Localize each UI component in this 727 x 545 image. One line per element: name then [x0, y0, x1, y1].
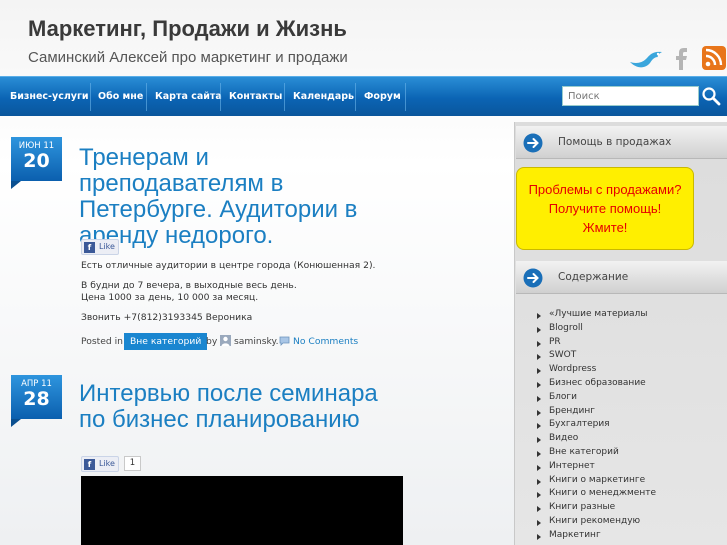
- category-item[interactable]: Вне категорий: [537, 447, 656, 461]
- category-item[interactable]: Бизнес образование: [537, 378, 656, 392]
- category-item[interactable]: Брендинг: [537, 406, 656, 420]
- arrow-right-icon: [523, 133, 543, 153]
- nav-separator: [90, 83, 91, 111]
- facebook-like-button[interactable]: f Like: [81, 239, 119, 255]
- category-item[interactable]: Бухгалтерия: [537, 419, 656, 433]
- user-icon: [220, 335, 231, 346]
- date-badge-fold: [11, 419, 21, 427]
- comment-icon: [279, 336, 290, 346]
- like-count: 1: [124, 456, 141, 471]
- nav-separator: [220, 83, 221, 111]
- category-item[interactable]: Книги рекомендую: [537, 516, 656, 530]
- category-list: «Лучшие материалы Blogroll PR SWOT Wordp…: [537, 309, 656, 544]
- category-item[interactable]: Блоги: [537, 392, 656, 406]
- category-item[interactable]: Маркетинг: [537, 530, 656, 544]
- post-text-line: Есть отличные аудитории в центре города …: [81, 260, 376, 271]
- video-player[interactable]: [81, 476, 403, 545]
- rss-icon[interactable]: [701, 44, 727, 72]
- promo-line: Получите помощь!: [548, 201, 662, 216]
- category-item[interactable]: Видео: [537, 433, 656, 447]
- post-title[interactable]: Тренерам и преподавателям в Петербурге. …: [79, 145, 399, 249]
- post-date-day: 20: [23, 150, 50, 172]
- search-input[interactable]: [562, 86, 699, 106]
- site-title[interactable]: Маркетинг, Продажи и Жизнь: [28, 16, 347, 42]
- post-category-link[interactable]: Вне категорий: [124, 333, 208, 350]
- category-item[interactable]: Книги разные: [537, 502, 656, 516]
- category-item[interactable]: SWOT: [537, 350, 656, 364]
- nav-separator: [405, 83, 406, 111]
- category-item[interactable]: PR: [537, 337, 656, 351]
- like-label: Like: [99, 242, 115, 251]
- site-description: Саминский Алексей про маркетинг и продаж…: [28, 49, 348, 66]
- category-item[interactable]: «Лучшие материалы: [537, 309, 656, 323]
- date-badge-fold: [11, 181, 21, 189]
- post-date-day: 28: [23, 388, 50, 410]
- nav-separator: [146, 83, 147, 111]
- widget-header-sales-help: Помощь в продажах: [516, 126, 727, 159]
- nav-separator: [355, 83, 356, 111]
- promo-line: Жмите!: [582, 220, 628, 235]
- facebook-icon: f: [84, 459, 95, 470]
- posted-in-label: Posted in: [81, 336, 124, 347]
- nav-separator: [284, 83, 285, 111]
- category-item[interactable]: Книги о маркетинге: [537, 475, 656, 489]
- facebook-icon: f: [84, 242, 95, 253]
- twitter-icon[interactable]: [628, 44, 664, 72]
- comments-link[interactable]: No Comments: [293, 336, 358, 347]
- search-icon[interactable]: [700, 85, 722, 107]
- nav-item-forum[interactable]: Форум: [364, 77, 401, 117]
- promo-line: Проблемы с продажами?: [528, 182, 682, 197]
- nav-item-business-services[interactable]: Бизнес-услуги: [10, 77, 89, 117]
- widget-title: Помощь в продажах: [558, 136, 672, 148]
- like-label: Like: [99, 459, 115, 468]
- widget-header-contents: Содержание: [516, 261, 727, 294]
- post-date-badge: ИЮН 11 20: [11, 137, 62, 181]
- category-item[interactable]: Интернет: [537, 461, 656, 475]
- nav-item-about[interactable]: Обо мне: [98, 77, 143, 117]
- category-item[interactable]: Blogroll: [537, 323, 656, 337]
- site-header: Маркетинг, Продажи и Жизнь Саминский Але…: [0, 0, 727, 76]
- arrow-right-icon: [523, 268, 543, 288]
- by-label: by: [206, 336, 218, 347]
- post-title[interactable]: Интервью после семинара по бизнес планир…: [79, 381, 399, 433]
- facebook-icon[interactable]: [672, 44, 692, 72]
- nav-item-calendar[interactable]: Календарь: [293, 77, 354, 117]
- widget-title: Содержание: [558, 271, 629, 283]
- facebook-like-button[interactable]: f Like: [81, 456, 119, 472]
- sales-help-promo[interactable]: Проблемы с продажами? Получите помощь! Ж…: [516, 167, 694, 250]
- post-text-line: Звонить +7(812)3193345 Вероника: [81, 312, 253, 323]
- category-item[interactable]: Книги о менеджменте: [537, 488, 656, 502]
- nav-item-sitemap[interactable]: Карта сайта: [155, 77, 222, 117]
- post-date-badge: АПР 11 28: [11, 375, 62, 419]
- post-text-line: В будни до 7 вечера, в выходные весь ден…: [81, 280, 297, 291]
- main-navigation: Бизнес-услуги Обо мне Карта сайта Контак…: [0, 76, 727, 116]
- post-author[interactable]: saminsky.: [234, 336, 279, 347]
- category-item[interactable]: Wordpress: [537, 364, 656, 378]
- nav-item-contacts[interactable]: Контакты: [229, 77, 282, 117]
- post-text-line: Цена 1000 за день, 10 000 за месяц.: [81, 292, 259, 303]
